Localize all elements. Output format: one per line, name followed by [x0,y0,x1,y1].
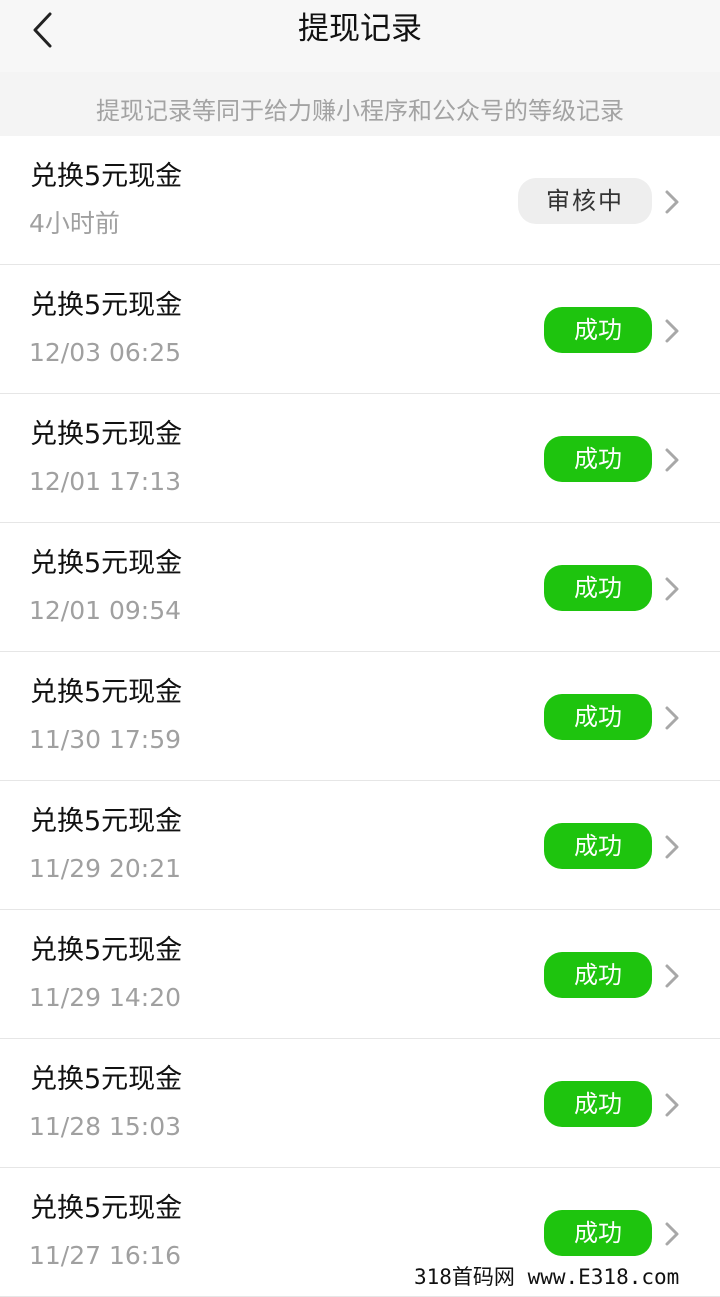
status-badge: 成功 [544,1081,652,1127]
status-badge: 成功 [544,436,652,482]
chevron-right-icon [665,190,679,214]
record-time: 12/01 09:54 [29,596,182,625]
record-title: 兑换5元现金 [30,419,183,450]
page-title: 提现记录 [298,11,422,47]
status-badge: 成功 [544,694,652,740]
chevron-right-icon [665,577,679,601]
status-badge: 成功 [544,307,652,353]
status-badge: 成功 [544,1210,652,1256]
record-row[interactable]: 兑换5元现金 11/30 17:59 成功 [0,652,720,781]
withdrawal-record-list: 兑换5元现金 4小时前 审核中 兑换5元现金 12/03 06:25 成功 兑换… [0,136,720,1297]
record-time: 11/28 15:03 [29,1112,182,1141]
record-title: 兑换5元现金 [30,935,183,966]
record-row[interactable]: 兑换5元现金 12/01 09:54 成功 [0,523,720,652]
record-title: 兑换5元现金 [30,1193,183,1224]
record-title: 兑换5元现金 [30,161,183,192]
record-row[interactable]: 兑换5元现金 11/29 20:21 成功 [0,781,720,910]
chevron-right-icon [665,964,679,988]
record-title: 兑换5元现金 [30,1064,183,1095]
chevron-right-icon [665,706,679,730]
record-time: 11/29 14:20 [29,983,182,1012]
notice-text: 提现记录等同于给力赚小程序和公众号的等级记录 [96,97,624,125]
navigation-bar: 提现记录 [0,0,720,72]
watermark-text: 318首码网 www.E318.com [414,1265,680,1289]
status-badge: 审核中 [518,178,652,224]
record-time: 12/01 17:13 [29,467,182,496]
record-row[interactable]: 兑换5元现金 12/01 17:13 成功 [0,394,720,523]
record-row[interactable]: 兑换5元现金 11/29 14:20 成功 [0,910,720,1039]
record-title: 兑换5元现金 [30,548,183,579]
record-row[interactable]: 兑换5元现金 12/03 06:25 成功 [0,265,720,394]
record-title: 兑换5元现金 [30,290,183,321]
record-row[interactable]: 兑换5元现金 11/28 15:03 成功 [0,1039,720,1168]
record-time: 11/30 17:59 [29,725,182,754]
record-time: 4小时前 [29,209,120,238]
chevron-right-icon [665,835,679,859]
chevron-right-icon [665,1093,679,1117]
notice-banner: 提现记录等同于给力赚小程序和公众号的等级记录 [0,72,720,136]
record-title: 兑换5元现金 [30,677,183,708]
record-time: 12/03 06:25 [29,338,182,367]
record-time: 11/29 20:21 [29,854,182,883]
chevron-right-icon [665,1222,679,1246]
status-badge: 成功 [544,565,652,611]
record-row[interactable]: 兑换5元现金 4小时前 审核中 [0,136,720,265]
status-badge: 成功 [544,952,652,998]
record-time: 11/27 16:16 [29,1241,182,1270]
chevron-right-icon [665,448,679,472]
status-badge: 成功 [544,823,652,869]
record-title: 兑换5元现金 [30,806,183,837]
chevron-right-icon [665,319,679,343]
